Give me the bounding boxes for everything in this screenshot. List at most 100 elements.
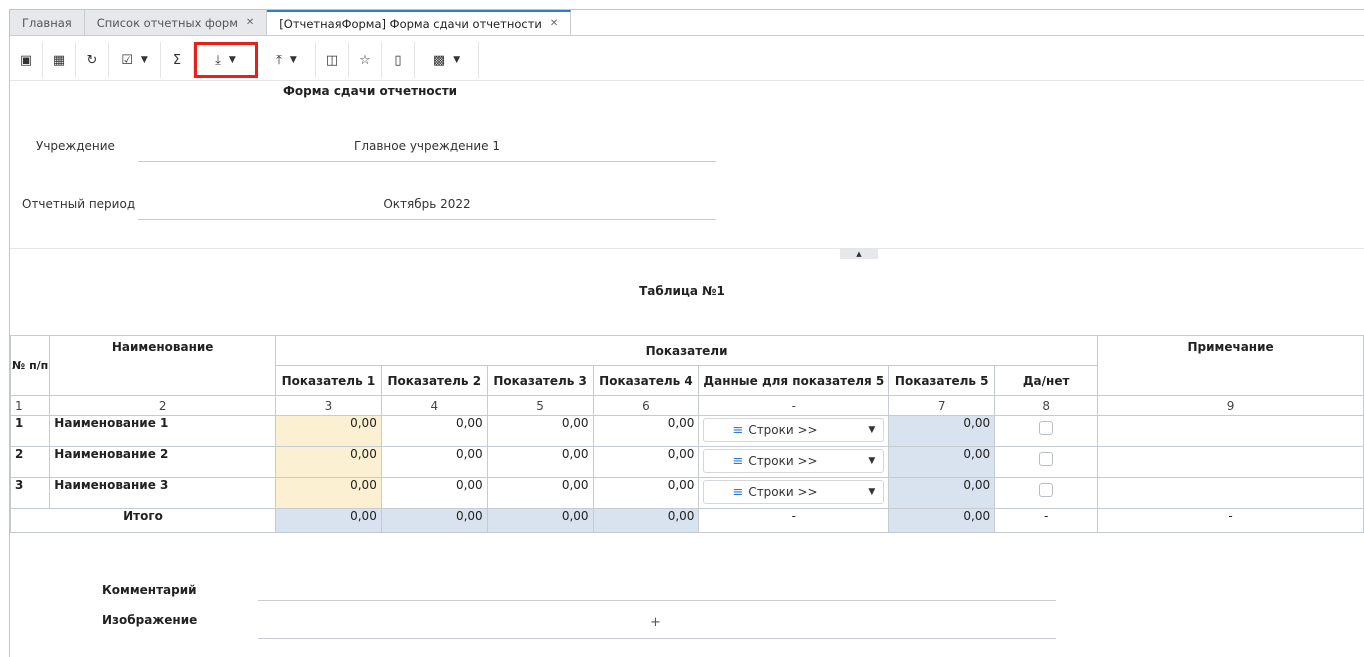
refresh-icon: ↻ bbox=[86, 52, 98, 68]
yes-no-checkbox[interactable] bbox=[1039, 421, 1054, 435]
indicator-2-cell[interactable]: 0,00 bbox=[380, 446, 488, 478]
yes-no-checkbox[interactable] bbox=[1039, 483, 1054, 497]
tab-label: Список отчетных форм bbox=[96, 16, 238, 30]
toolbar: ▣ ▦ ↻ ☑ ▼ Σ ⤓ ▼ ⤒ ▼ ◫ ☆ ▯ ▩ ▼ bbox=[10, 42, 479, 78]
indicator-5-data-cell: ≡ Строки >> ▼ bbox=[698, 477, 890, 509]
window-frame bbox=[9, 9, 1364, 657]
close-icon[interactable]: ✕ bbox=[550, 11, 558, 37]
column-number: 7 bbox=[888, 395, 996, 416]
column-number: - bbox=[698, 395, 890, 416]
yes-no-cell bbox=[994, 477, 1099, 509]
calculator-icon: ▦ bbox=[52, 52, 66, 68]
note-cell[interactable] bbox=[1097, 477, 1364, 509]
data-table: № п/п Наименование Показатели Примечание… bbox=[9, 335, 1364, 533]
indicator-5-cell: 0,00 bbox=[888, 415, 996, 447]
screen-button[interactable]: ▯ bbox=[382, 42, 415, 78]
column-number: 2 bbox=[49, 395, 276, 416]
form-title: Форма сдачи отчетности bbox=[283, 84, 458, 98]
total-indicator-3: 0,00 bbox=[486, 508, 594, 533]
indicator-4-cell[interactable]: 0,00 bbox=[592, 415, 700, 447]
column-number: 9 bbox=[1097, 395, 1364, 416]
table-row: 3 Наименование 3 0,00 0,00 0,00 0,00 ≡ Ст… bbox=[9, 477, 1364, 509]
rows-dropdown[interactable]: ≡ Строки >> ▼ bbox=[703, 480, 885, 504]
upload-menu-button[interactable]: ⤒ ▼ bbox=[258, 42, 316, 78]
rows-dropdown-label: Строки >> bbox=[748, 454, 818, 468]
indicator-2-cell[interactable]: 0,00 bbox=[380, 415, 488, 447]
yes-no-checkbox[interactable] bbox=[1039, 452, 1054, 466]
indicator-5-data-cell: ≡ Строки >> ▼ bbox=[698, 415, 890, 447]
header-indicator-4: Показатель 4 bbox=[592, 365, 700, 396]
sum-button[interactable]: Σ bbox=[161, 42, 194, 78]
indicator-1-cell[interactable]: 0,00 bbox=[274, 446, 382, 478]
section-divider bbox=[10, 248, 1364, 249]
chevron-up-icon: ▲ bbox=[856, 250, 862, 258]
institution-label: Учреждение bbox=[36, 139, 115, 153]
header-name: Наименование bbox=[49, 335, 276, 396]
calculate-button[interactable]: ▦ bbox=[43, 42, 76, 78]
print-menu-button[interactable]: ▩ ▼ bbox=[415, 42, 479, 78]
header-indicator-5-data: Данные для показателя 5 bbox=[698, 365, 890, 396]
header-indicator-5: Показатель 5 bbox=[888, 365, 996, 396]
column-number: 6 bbox=[592, 395, 700, 416]
row-name: Наименование 3 bbox=[49, 477, 276, 509]
institution-field[interactable]: Главное учреждение 1 bbox=[138, 139, 716, 162]
indicator-4-cell[interactable]: 0,00 bbox=[592, 446, 700, 478]
save-icon: ▣ bbox=[19, 52, 33, 68]
tab-home[interactable]: Главная bbox=[10, 10, 85, 36]
indicator-5-data-cell: ≡ Строки >> ▼ bbox=[698, 446, 890, 478]
collapse-button[interactable]: ▲ bbox=[840, 249, 878, 259]
chevron-down-icon: ▼ bbox=[140, 55, 148, 65]
indicator-3-cell[interactable]: 0,00 bbox=[486, 477, 594, 509]
indicator-3-cell[interactable]: 0,00 bbox=[486, 446, 594, 478]
table-title: Таблица №1 bbox=[639, 284, 725, 298]
column-number: 8 bbox=[994, 395, 1099, 416]
tab-bar: Главная Список отчетных форм ✕ [Отчетная… bbox=[10, 10, 572, 37]
rows-dropdown[interactable]: ≡ Строки >> ▼ bbox=[703, 449, 885, 473]
download-icon: ⤓ bbox=[215, 52, 221, 68]
indicator-4-cell[interactable]: 0,00 bbox=[592, 477, 700, 509]
image-field-divider bbox=[258, 638, 1056, 639]
close-icon[interactable]: ✕ bbox=[246, 10, 254, 36]
indicator-5-cell: 0,00 bbox=[888, 477, 996, 509]
add-image-button[interactable]: + bbox=[650, 615, 661, 630]
image-label: Изображение bbox=[102, 613, 198, 627]
total-indicator-2: 0,00 bbox=[380, 508, 488, 533]
total-indicator-1: 0,00 bbox=[274, 508, 382, 533]
document-search-button[interactable]: ◫ bbox=[316, 42, 349, 78]
indicator-1-cell[interactable]: 0,00 bbox=[274, 415, 382, 447]
download-menu-button[interactable]: ⤓ ▼ bbox=[194, 42, 258, 78]
favorite-button[interactable]: ☆ bbox=[349, 42, 382, 78]
total-yes-no: - bbox=[994, 508, 1099, 533]
refresh-button[interactable]: ↻ bbox=[76, 42, 109, 78]
check-menu-button[interactable]: ☑ ▼ bbox=[109, 42, 161, 78]
row-name: Наименование 2 bbox=[49, 446, 276, 478]
column-number-row: 1 2 3 4 5 6 - 7 8 9 bbox=[9, 395, 1364, 416]
column-number: 3 bbox=[274, 395, 382, 416]
row-number: 3 bbox=[9, 477, 51, 509]
note-cell[interactable] bbox=[1097, 415, 1364, 447]
indicator-1-cell[interactable]: 0,00 bbox=[274, 477, 382, 509]
save-button[interactable]: ▣ bbox=[10, 42, 43, 78]
column-number: 1 bbox=[9, 395, 51, 416]
column-number: 4 bbox=[380, 395, 488, 416]
header-indicator-3: Показатель 3 bbox=[486, 365, 594, 396]
tab-report-form[interactable]: [ОтчетнаяФорма] Форма сдачи отчетности ✕ bbox=[267, 10, 572, 37]
star-icon: ☆ bbox=[359, 52, 371, 68]
indicator-5-cell: 0,00 bbox=[888, 446, 996, 478]
list-icon: ≡ bbox=[732, 484, 744, 500]
chevron-down-icon: ▼ bbox=[228, 55, 236, 65]
row-name: Наименование 1 bbox=[49, 415, 276, 447]
row-number: 1 bbox=[9, 415, 51, 447]
tab-report-list[interactable]: Список отчетных форм ✕ bbox=[84, 10, 268, 36]
indicator-2-cell[interactable]: 0,00 bbox=[380, 477, 488, 509]
note-cell[interactable] bbox=[1097, 446, 1364, 478]
row-number: 2 bbox=[9, 446, 51, 478]
header-yes-no: Да/нет bbox=[994, 365, 1099, 396]
comment-field[interactable] bbox=[258, 600, 1056, 601]
indicator-3-cell[interactable]: 0,00 bbox=[486, 415, 594, 447]
chevron-down-icon: ▼ bbox=[453, 55, 461, 65]
tab-label: [ОтчетнаяФорма] Форма сдачи отчетности bbox=[279, 17, 542, 31]
period-field[interactable]: Октябрь 2022 bbox=[138, 197, 716, 220]
rows-dropdown[interactable]: ≡ Строки >> ▼ bbox=[703, 418, 885, 442]
tab-bar-divider bbox=[10, 35, 1364, 36]
